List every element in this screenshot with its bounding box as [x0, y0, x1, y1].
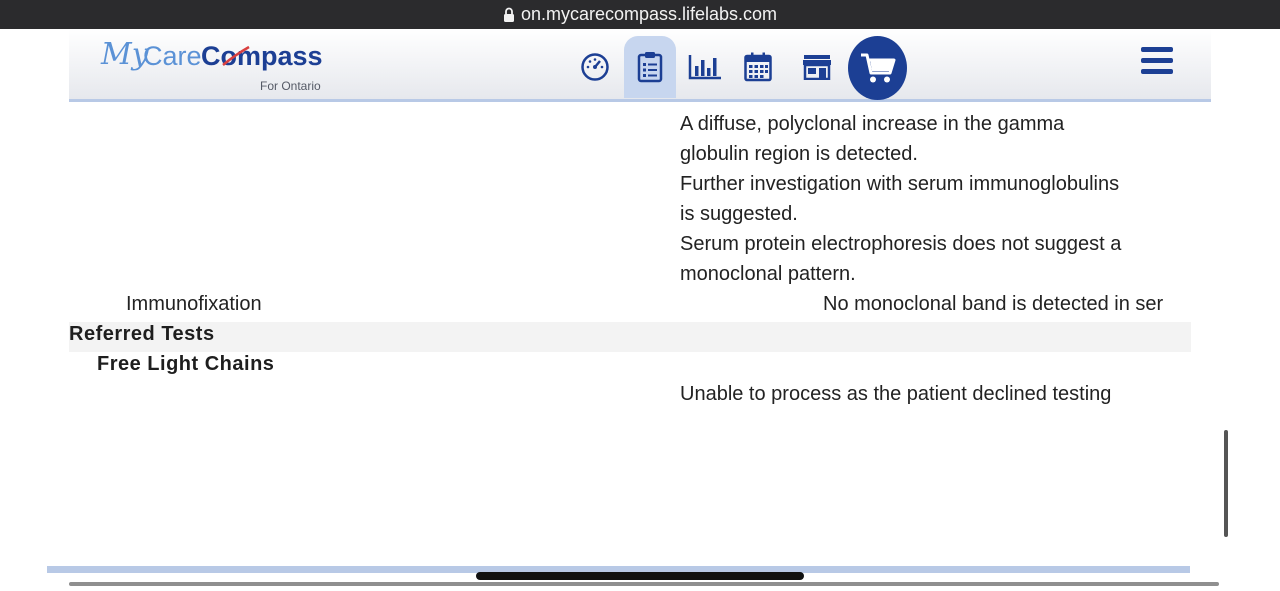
nav-results[interactable] — [624, 36, 676, 98]
spe-comment-line: globulin region is detected. — [680, 143, 918, 165]
clipboard-results-icon — [637, 52, 663, 83]
nav-appointments[interactable] — [732, 36, 784, 98]
scrollbar-thumb[interactable] — [1224, 430, 1228, 537]
free-light-chains-value: Unable to process as the patient decline… — [680, 383, 1112, 405]
logo-swoosh — [222, 45, 250, 66]
footer-divider — [69, 582, 1219, 586]
spe-comment-line: is suggested. — [680, 203, 798, 225]
logo-compass: Compass — [201, 41, 323, 71]
nav-store[interactable] — [791, 36, 843, 98]
spe-comment-line: Serum protein electrophoresis does not s… — [680, 233, 1122, 255]
screen: on.mycarecompass.lifelabs.com My Care Co… — [0, 0, 1280, 591]
nav-cart[interactable] — [848, 36, 907, 100]
immunofixation-label: Immunofixation — [126, 293, 262, 315]
dashboard-gauge-icon — [581, 53, 609, 81]
home-indicator[interactable] — [476, 572, 804, 580]
spe-comment-line: Further investigation with serum immunog… — [680, 173, 1120, 195]
free-light-chains-label: Free Light Chains — [97, 353, 275, 375]
logo-my: My — [101, 37, 149, 72]
cart-icon — [860, 53, 895, 83]
browser-url-bar[interactable]: on.mycarecompass.lifelabs.com — [0, 0, 1280, 29]
immunofixation-value: No monoclonal band is detected in ser — [823, 293, 1164, 315]
store-icon — [803, 55, 831, 80]
logo-subtitle: For Ontario — [260, 79, 321, 93]
nav-dashboard[interactable] — [569, 36, 621, 98]
logo-care: Care — [143, 41, 202, 71]
immunofixation-value-clip: No monoclonal band is detected in ser — [680, 289, 1190, 319]
nav-trends[interactable] — [679, 36, 731, 98]
app-header: My Care Compass For Ontario — [69, 29, 1211, 102]
spe-comment-line: A diffuse, polyclonal increase in the ga… — [680, 113, 1065, 135]
bar-chart-icon — [688, 55, 721, 80]
calendar-icon — [744, 52, 772, 82]
hamburger-menu-icon[interactable] — [1141, 47, 1173, 75]
referred-tests-heading: Referred Tests — [69, 323, 215, 345]
spe-comment-line: monoclonal pattern. — [680, 263, 856, 285]
referred-tests-band — [69, 322, 1191, 352]
lock-icon — [503, 7, 514, 22]
url-text: on.mycarecompass.lifelabs.com — [520, 4, 778, 24]
results-content: A diffuse, polyclonal increase in the ga… — [0, 102, 1280, 562]
